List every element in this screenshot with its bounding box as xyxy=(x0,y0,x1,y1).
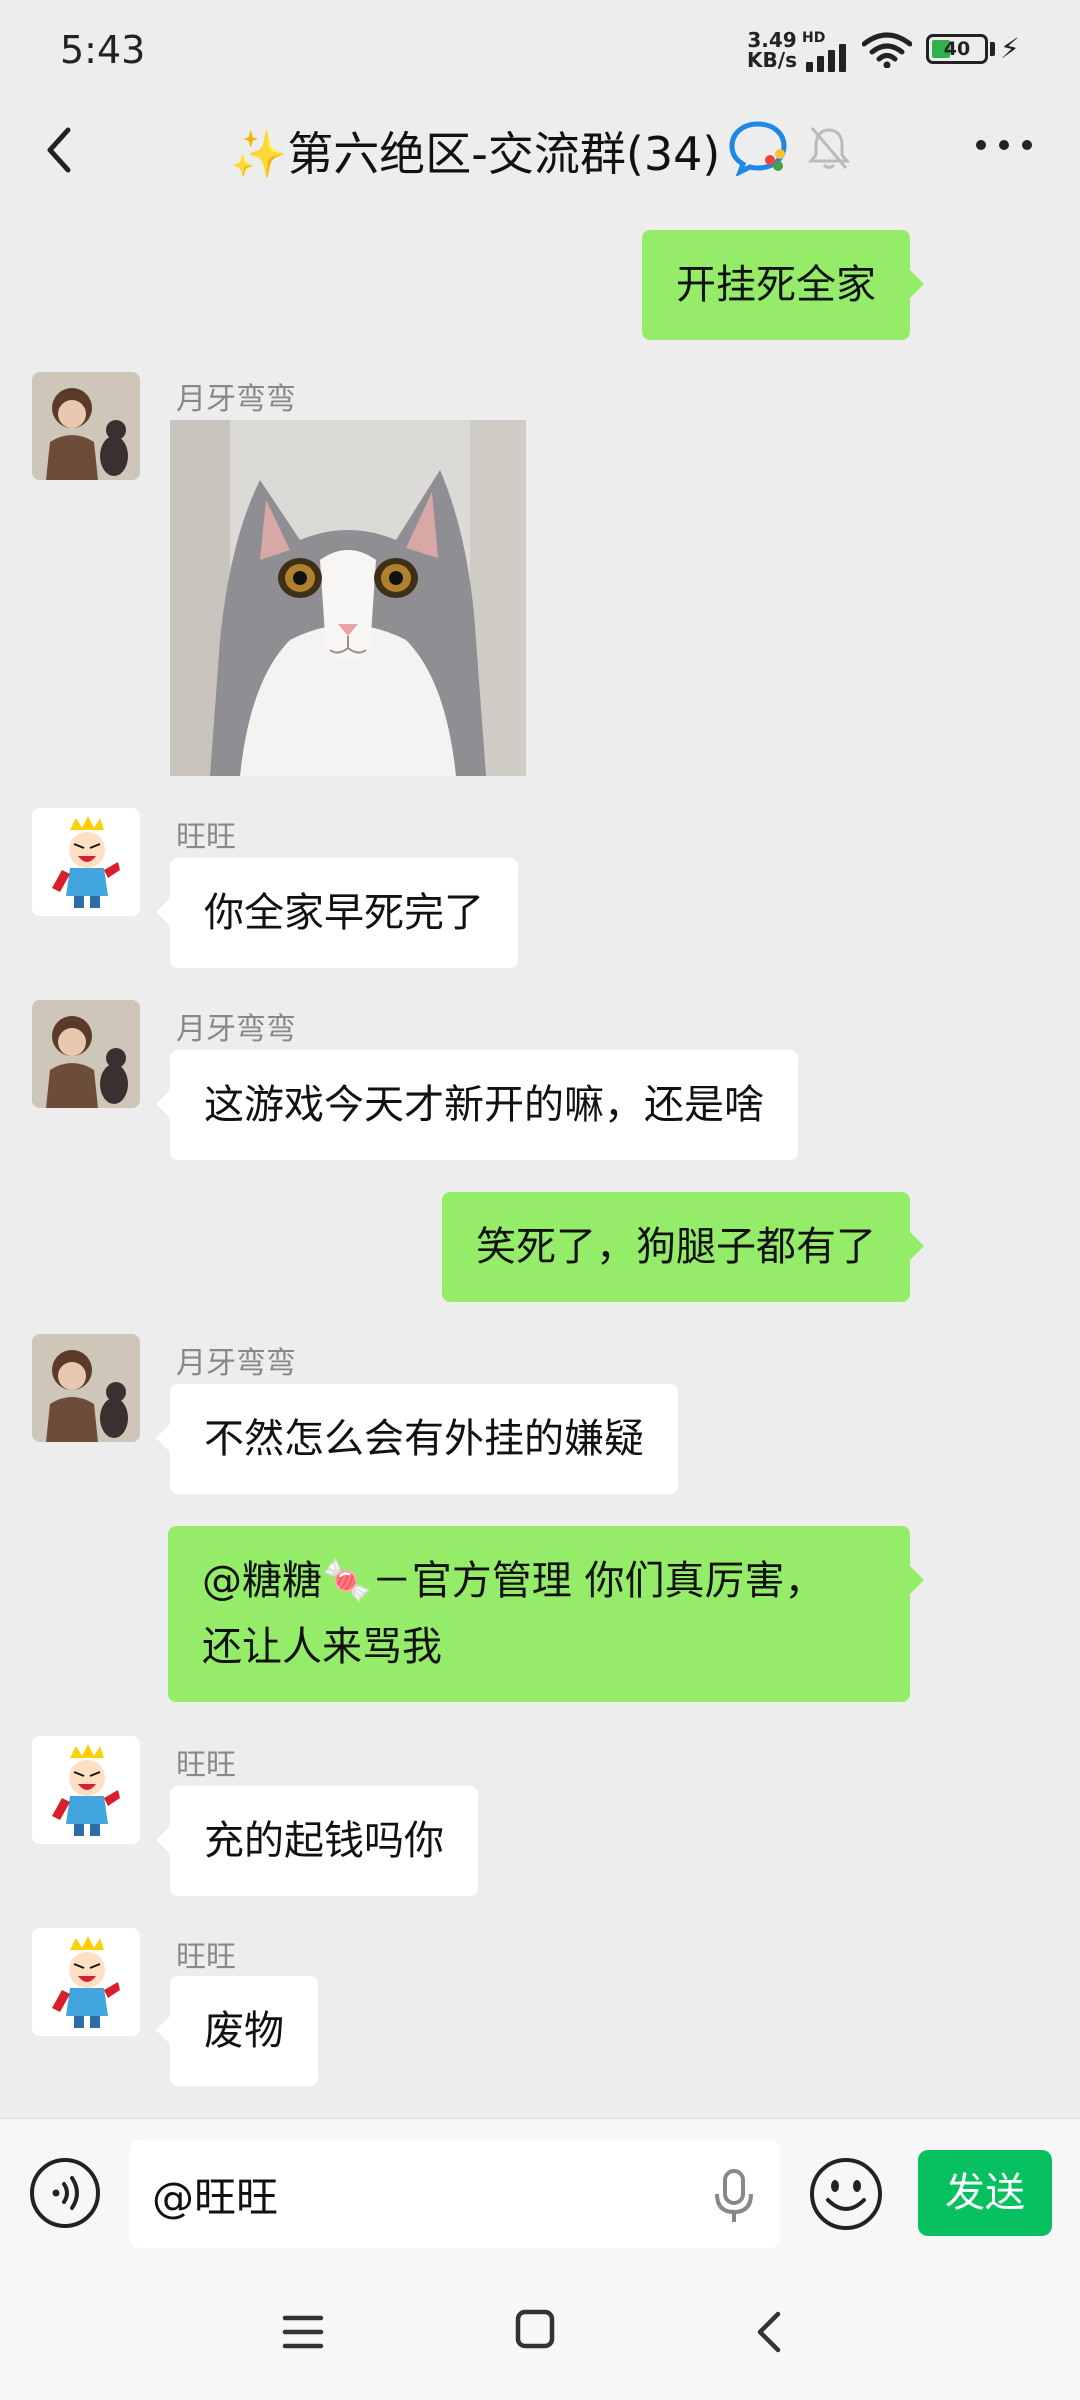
menu-icon[interactable] xyxy=(282,2312,324,2352)
message-bubble-incoming[interactable]: 不然怎么会有外挂的嫌疑 xyxy=(156,1384,678,1494)
back-icon[interactable] xyxy=(40,120,80,180)
signal-icon xyxy=(806,44,852,72)
sender-name: 旺旺 xyxy=(176,820,236,855)
sender-name: 月牙弯弯 xyxy=(176,382,296,417)
mic-icon[interactable] xyxy=(712,2168,756,2224)
send-button[interactable]: 发送 xyxy=(918,2150,1052,2236)
charging-bolt-icon: ⚡ xyxy=(1000,32,1020,65)
message-text: 充的起钱吗你 xyxy=(204,1818,444,1864)
message-text: 废物 xyxy=(204,2008,284,2054)
message-bubble-outgoing[interactable]: @糖糖🍬－官方管理 你们真厉害， 还让人来骂我 xyxy=(168,1526,924,1702)
emoji-icon[interactable] xyxy=(808,2156,884,2232)
message-bubble-incoming[interactable]: 这游戏今天才新开的嘛，还是啥 xyxy=(156,1050,798,1160)
message-bubble-incoming[interactable]: 充的起钱吗你 xyxy=(156,1786,478,1896)
message-text: 笑死了，狗腿子都有了 xyxy=(476,1224,876,1270)
battery-icon: 40 xyxy=(926,34,988,64)
more-icon[interactable] xyxy=(976,140,1032,154)
sender-name: 旺旺 xyxy=(176,1748,236,1783)
avatar[interactable] xyxy=(32,1334,140,1442)
message-text: 开挂死全家 xyxy=(676,262,876,308)
network-speed: 3.49 KB/s xyxy=(746,30,798,70)
mute-bell-icon xyxy=(807,127,851,169)
avatar[interactable] xyxy=(32,1000,140,1108)
message-bubble-incoming[interactable]: 你全家早死完了 xyxy=(156,858,518,968)
avatar[interactable] xyxy=(32,1928,140,2036)
sender-name: 月牙弯弯 xyxy=(176,1346,296,1381)
battery-level: 40 xyxy=(943,38,971,60)
group-chat-icon xyxy=(729,121,787,176)
chat-title: ✨第六绝区-交流群(34) xyxy=(230,127,721,181)
battery-cap xyxy=(990,42,995,56)
home-icon[interactable] xyxy=(514,2308,556,2350)
status-time: 5:43 xyxy=(60,28,146,72)
wifi-icon xyxy=(862,32,912,68)
sender-name: 旺旺 xyxy=(176,1940,236,1975)
nav-back-icon[interactable] xyxy=(752,2308,786,2356)
avatar[interactable] xyxy=(32,372,140,480)
network-speed-value: 3.49 xyxy=(747,28,797,52)
message-bubble-incoming[interactable]: 废物 xyxy=(156,1976,318,2086)
message-bubble-outgoing[interactable]: 开挂死全家 xyxy=(642,230,924,340)
network-speed-unit: KB/s xyxy=(747,48,797,72)
message-text: 不然怎么会有外挂的嫌疑 xyxy=(204,1416,644,1462)
message-text: 这游戏今天才新开的嘛，还是啥 xyxy=(204,1082,764,1128)
avatar[interactable] xyxy=(32,1736,140,1844)
message-input-value: @旺旺 xyxy=(152,2173,279,2222)
message-text: 你全家早死完了 xyxy=(204,890,484,936)
sender-name: 月牙弯弯 xyxy=(176,1012,296,1047)
message-bubble-outgoing[interactable]: 笑死了，狗腿子都有了 xyxy=(442,1192,924,1302)
avatar[interactable] xyxy=(32,808,140,916)
cat-photo[interactable] xyxy=(170,420,526,776)
message-text-line: 还让人来骂我 xyxy=(202,1624,442,1670)
voice-icon[interactable] xyxy=(28,2156,102,2230)
message-text-line: @糖糖🍬－官方管理 你们真厉害， xyxy=(202,1558,825,1604)
